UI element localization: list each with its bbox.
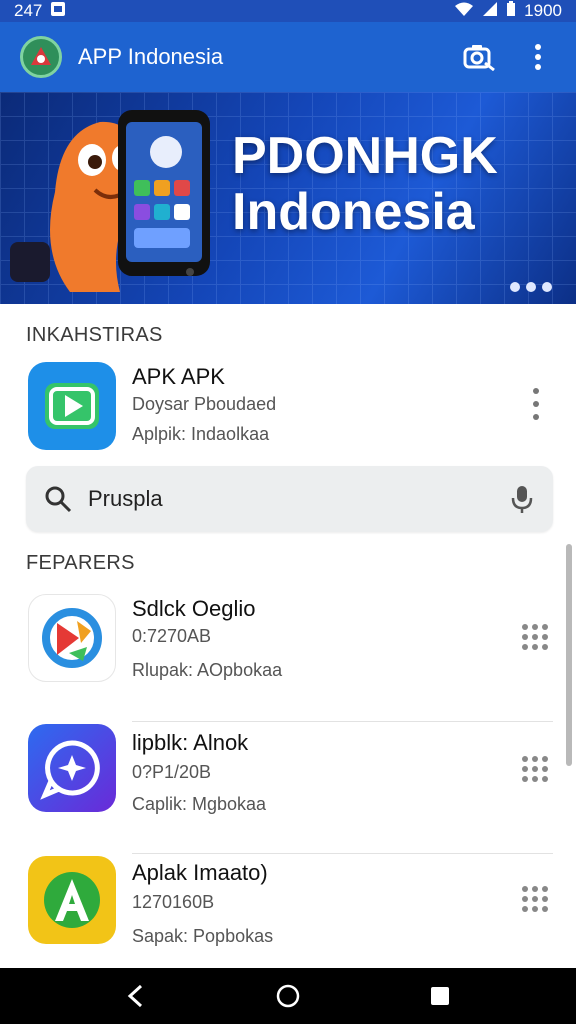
banner-pager <box>510 282 552 292</box>
status-bar: 247 1900 <box>0 0 576 22</box>
dot <box>533 401 539 407</box>
list-item-meta: Caplik: Mgbokaa <box>132 794 267 814</box>
featured-app-name: APK APK <box>132 364 225 389</box>
featured-app-publisher: Doysar Pboudaed <box>132 394 277 414</box>
list-item-icon <box>28 856 116 944</box>
list-item-menu-icon[interactable] <box>522 886 548 912</box>
list-heading: FEPARERS <box>26 552 135 574</box>
wifi-icon <box>454 1 474 22</box>
list-item-menu-icon[interactable] <box>522 624 548 650</box>
list-item[interactable]: Sdlck Oeglio 0:7270AB Rlupak: AOpbokaa <box>0 590 565 722</box>
battery-icon <box>506 0 516 22</box>
overflow-menu-button[interactable] <box>516 35 560 79</box>
featured-heading: INKAHSTIRAS <box>26 324 163 346</box>
featured-more-button[interactable] <box>524 384 548 424</box>
more-vert-icon <box>535 44 541 70</box>
app-logo-icon <box>20 36 62 78</box>
list-item-name: lipblk: Alnok <box>132 730 249 755</box>
signal-icon <box>482 1 498 22</box>
list-item-icon <box>28 724 116 812</box>
status-left: 247 <box>14 1 66 22</box>
banner-title: PDONHGK Indonesia <box>232 128 498 240</box>
list-item-name: Aplak Imaato) <box>132 860 268 885</box>
dot <box>533 414 539 420</box>
back-button[interactable] <box>112 972 160 1020</box>
recents-icon <box>431 987 449 1005</box>
list-item-size: 0?P1/20B <box>132 762 212 782</box>
list-item-size: 1270160B <box>132 892 215 912</box>
featured-app-category: Aplpik: Indaolkaa <box>132 424 270 444</box>
featured-app-row[interactable]: APK APK Doysar Pboudaed Aplpik: Indaolka… <box>0 356 576 456</box>
dot <box>533 388 539 394</box>
list-item[interactable]: Aplak Imaato) 1270160B Sapak: Popbokas <box>0 854 565 986</box>
app-title: APP Indonesia <box>78 44 224 69</box>
mascot-illustration <box>10 110 210 292</box>
list-item-meta: Rlupak: AOpbokaa <box>132 660 283 680</box>
home-icon <box>276 984 300 1008</box>
microphone-icon[interactable] <box>509 484 535 514</box>
list-item-meta: Sapak: Popbokas <box>132 926 274 946</box>
navigation-bar <box>0 968 576 1024</box>
status-right: 1900 <box>454 0 562 22</box>
pager-dot <box>542 282 552 292</box>
featured-app-icon <box>28 362 116 450</box>
back-icon <box>127 984 143 1008</box>
banner-title-line2: Indonesia <box>232 183 475 241</box>
app-bar: APP Indonesia <box>0 22 576 92</box>
list-item-icon <box>28 594 116 682</box>
camera-search-button[interactable] <box>458 35 502 79</box>
notification-icon <box>50 1 66 22</box>
banner-title-line1: PDONHGK <box>232 127 498 185</box>
search-icon <box>45 486 72 513</box>
status-right-text: 1900 <box>524 1 562 20</box>
home-button[interactable] <box>264 972 312 1020</box>
status-time: 247 <box>14 1 43 20</box>
pager-dot <box>510 282 520 292</box>
list-item[interactable]: lipblk: Alnok 0?P1/20B Caplik: Mgbokaa <box>0 722 565 854</box>
search-bar[interactable] <box>26 466 553 532</box>
search-input[interactable] <box>88 486 509 512</box>
list-item-menu-icon[interactable] <box>522 756 548 782</box>
pager-dot <box>526 282 536 292</box>
list-item-size: 0:7270AB <box>132 626 212 646</box>
list-item-name: Sdlck Oeglio <box>132 596 256 621</box>
scrollbar[interactable] <box>566 544 572 766</box>
promo-banner[interactable]: PDONHGK Indonesia <box>0 92 576 304</box>
recents-button[interactable] <box>416 972 464 1020</box>
camera-search-icon <box>463 45 495 71</box>
